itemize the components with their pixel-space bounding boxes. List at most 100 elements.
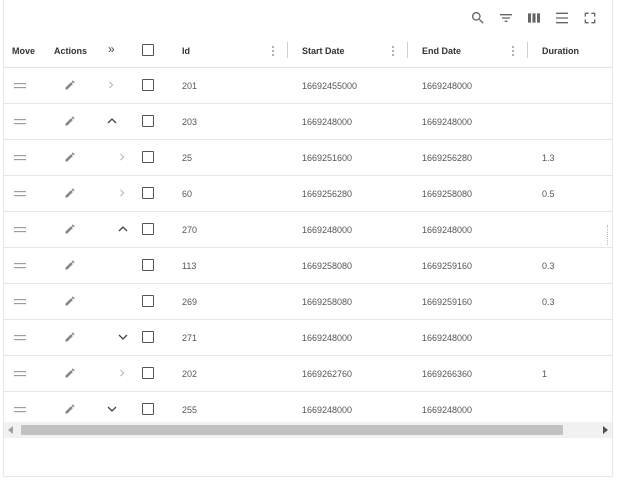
row-checkbox[interactable]: [142, 115, 154, 127]
row-checkbox[interactable]: [142, 295, 154, 307]
drag-handle-icon[interactable]: [14, 119, 26, 125]
cell-start-date: 16692455000: [302, 81, 358, 91]
search-button[interactable]: [466, 6, 490, 30]
cell-start-date: 1669248000: [302, 405, 353, 415]
header-move: Move: [12, 45, 36, 56]
columns-icon: [528, 13, 540, 23]
select-all-checkbox[interactable]: [142, 44, 154, 56]
scrollbar-thumb[interactable]: [21, 425, 563, 435]
column-resize-handle[interactable]: [287, 42, 288, 58]
edit-icon[interactable]: [64, 79, 76, 91]
drag-handle-icon[interactable]: [14, 227, 26, 233]
scroll-right-icon[interactable]: [603, 426, 608, 434]
cell-duration: 0.3: [542, 297, 555, 307]
drag-handle-icon[interactable]: [14, 299, 26, 305]
end-date-column-menu-icon[interactable]: [508, 45, 518, 57]
row-checkbox[interactable]: [142, 79, 154, 91]
header-duration[interactable]: Duration: [542, 46, 579, 56]
checkbox-box: [142, 295, 154, 307]
row-checkbox[interactable]: [142, 223, 154, 235]
drag-handle-icon[interactable]: [14, 335, 26, 341]
drag-handle-icon[interactable]: [14, 155, 26, 161]
drag-handle-icon[interactable]: [14, 371, 26, 377]
chevron-right-icon[interactable]: [118, 153, 126, 161]
row-checkbox[interactable]: [142, 367, 154, 379]
cell-end-date: 1669248000: [422, 81, 473, 91]
table-row[interactable]: 271 1669248000 1669248000: [4, 320, 612, 356]
cell-end-date: 1669256280: [422, 153, 473, 163]
edit-icon[interactable]: [64, 295, 76, 307]
chevron-right-icon[interactable]: [107, 81, 115, 89]
edit-icon[interactable]: [64, 223, 76, 235]
row-checkbox[interactable]: [142, 187, 154, 199]
edit-icon[interactable]: [64, 151, 76, 163]
density-icon: [556, 12, 568, 24]
edit-icon[interactable]: [64, 403, 76, 415]
checkbox-box: [142, 259, 154, 271]
resize-grip[interactable]: [607, 225, 610, 245]
table-row[interactable]: 60 1669256280 1669258080 0.5: [4, 176, 612, 212]
filter-button[interactable]: [494, 6, 518, 30]
column-resize-handle[interactable]: [527, 42, 528, 58]
cell-id: 202: [182, 369, 198, 379]
header-row: Move Actions » Id Start Date End Date Du…: [4, 34, 612, 68]
scroll-left-icon[interactable]: [8, 426, 13, 434]
chevron-down-icon[interactable]: [118, 333, 128, 341]
drag-handle-icon[interactable]: [14, 407, 26, 413]
data-grid: Move Actions » Id Start Date End Date Du…: [4, 34, 612, 428]
table-toolbar: [466, 6, 602, 30]
horizontal-scrollbar[interactable]: [4, 422, 612, 438]
table-row[interactable]: 203 1669248000 1669248000: [4, 104, 612, 140]
table-row[interactable]: 25 1669251600 1669256280 1.3: [4, 140, 612, 176]
row-checkbox[interactable]: [142, 151, 154, 163]
cell-id: 113: [182, 261, 197, 271]
checkbox-box: [142, 151, 154, 163]
cell-duration: 0.5: [542, 189, 555, 199]
density-button[interactable]: [550, 6, 574, 30]
drag-handle-icon[interactable]: [14, 191, 26, 197]
row-checkbox[interactable]: [142, 403, 154, 415]
edit-icon[interactable]: [64, 259, 76, 271]
checkbox-box: [142, 403, 154, 415]
header-id[interactable]: Id: [182, 46, 190, 56]
chevron-down-icon[interactable]: [107, 405, 117, 413]
table-row[interactable]: 113 1669258080 1669259160 0.3: [4, 248, 612, 284]
cell-id: 201: [182, 81, 198, 91]
column-resize-handle[interactable]: [407, 42, 408, 58]
cell-end-date: 1669248000: [422, 225, 473, 235]
chevron-right-icon[interactable]: [118, 369, 126, 377]
checkbox-box: [142, 79, 154, 91]
table-row[interactable]: 270 1669248000 1669248000: [4, 212, 612, 248]
row-checkbox[interactable]: [142, 331, 154, 343]
table-row[interactable]: 269 1669258080 1669259160 0.3: [4, 284, 612, 320]
cell-start-date: 1669251600: [302, 153, 353, 163]
edit-icon[interactable]: [64, 331, 76, 343]
fullscreen-button[interactable]: [578, 6, 602, 30]
edit-icon[interactable]: [64, 187, 76, 199]
cell-start-date: 1669248000: [302, 333, 353, 343]
cell-id: 271: [182, 333, 198, 343]
expand-all-button[interactable]: »: [108, 42, 115, 56]
search-icon: [471, 12, 484, 24]
cell-start-date: 1669258080: [302, 297, 353, 307]
edit-icon[interactable]: [64, 115, 76, 127]
row-checkbox[interactable]: [142, 259, 154, 271]
columns-button[interactable]: [522, 6, 546, 30]
drag-handle-icon[interactable]: [14, 263, 26, 269]
checkbox-box: [142, 44, 154, 56]
id-column-menu-icon[interactable]: [268, 45, 278, 57]
header-start-date[interactable]: Start Date: [302, 46, 345, 56]
cell-end-date: 1669248000: [422, 117, 473, 127]
header-end-date[interactable]: End Date: [422, 46, 461, 56]
cell-id: 60: [182, 189, 193, 199]
chevron-right-icon[interactable]: [118, 189, 126, 197]
cell-duration: 1: [542, 369, 548, 379]
start-date-column-menu-icon[interactable]: [388, 45, 398, 57]
table-row[interactable]: 202 1669262760 1669266360 1: [4, 356, 612, 392]
chevron-up-icon[interactable]: [107, 117, 117, 125]
edit-icon[interactable]: [64, 367, 76, 379]
cell-id: 255: [182, 405, 198, 415]
table-row[interactable]: 201 16692455000 1669248000: [4, 68, 612, 104]
chevron-up-icon[interactable]: [118, 225, 128, 233]
drag-handle-icon[interactable]: [14, 83, 26, 89]
